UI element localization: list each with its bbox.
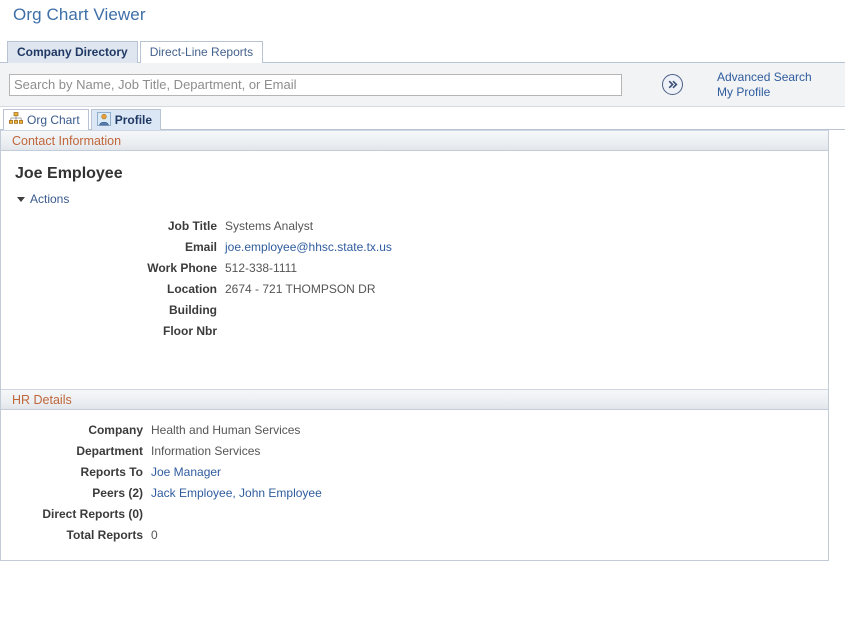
tab-company-directory[interactable]: Company Directory [7, 41, 138, 63]
caret-down-icon [17, 196, 25, 202]
field-label: Direct Reports (0) [42, 507, 143, 521]
main-tabstrip: Company Directory Direct-Line Reports [0, 41, 845, 63]
field-reports-to: Reports To Joe Manager [1, 462, 828, 483]
search-links: Advanced Search My Profile [717, 70, 812, 100]
field-location: Location 2674 - 721 THOMPSON DR [1, 279, 828, 300]
subtab-label: Org Chart [27, 113, 80, 127]
field-floor-nbr: Floor Nbr [1, 321, 828, 342]
tab-label: Direct-Line Reports [149, 45, 254, 59]
double-chevron-right-icon [666, 78, 679, 91]
profile-panel: Contact Information Joe Employee Actions… [0, 130, 829, 561]
hr-fields: Company Health and Human Services Depart… [1, 410, 828, 546]
field-value: 0 [151, 528, 158, 542]
actions-menu-toggle[interactable]: Actions [1, 183, 69, 206]
page-title: Org Chart Viewer [13, 5, 146, 24]
employee-name: Joe Employee [15, 165, 123, 182]
field-email: Email joe.employee@hhsc.state.tx.us [1, 237, 828, 258]
tab-direct-line-reports[interactable]: Direct-Line Reports [139, 41, 264, 63]
field-label: Total Reports [66, 528, 143, 542]
field-work-phone: Work Phone 512-338-1111 [1, 258, 828, 279]
field-value: Systems Analyst [225, 219, 314, 233]
field-label: Work Phone [147, 261, 217, 275]
field-building: Building [1, 300, 828, 321]
field-total-reports: Total Reports 0 [1, 525, 828, 546]
contact-information-header: Contact Information [1, 130, 828, 151]
field-value: 2674 - 721 THOMPSON DR [225, 282, 376, 296]
contact-information-body: Joe Employee Actions Job Title Systems A… [1, 151, 828, 389]
hr-details-header: HR Details [1, 389, 828, 410]
org-chart-icon [9, 112, 23, 128]
reports-to-link[interactable]: Joe Manager [151, 465, 221, 479]
subtab-label: Profile [114, 113, 153, 127]
subtab-org-chart[interactable]: Org Chart [3, 109, 89, 130]
field-direct-reports: Direct Reports (0) [1, 504, 828, 525]
field-value: Joe Manager [143, 462, 221, 483]
email-link[interactable]: joe.employee@hhsc.state.tx.us [225, 240, 392, 254]
field-label: Location [167, 282, 217, 296]
field-department: Department Information Services [1, 441, 828, 462]
field-label: Department [76, 444, 143, 458]
person-icon [96, 111, 111, 129]
field-job-title: Job Title Systems Analyst [1, 216, 828, 237]
field-value: joe.employee@hhsc.state.tx.us [217, 237, 392, 258]
my-profile-link[interactable]: My Profile [717, 85, 812, 100]
field-label: Email [184, 240, 217, 254]
field-value: Jack Employee, John Employee [143, 483, 322, 504]
peers-link[interactable]: Jack Employee, John Employee [151, 486, 322, 500]
hr-details-body: Company Health and Human Services Depart… [1, 410, 828, 560]
field-value: 512-338-1111 [225, 261, 298, 275]
tab-label: Company Directory [17, 45, 128, 59]
field-value: Health and Human Services [151, 423, 301, 437]
field-peers: Peers (2) Jack Employee, John Employee [1, 483, 828, 504]
field-label: Building [169, 303, 217, 317]
search-input[interactable] [9, 73, 622, 96]
field-label: Company [88, 423, 143, 437]
field-value: Information Services [151, 444, 261, 458]
search-bar: Advanced Search My Profile [0, 63, 845, 107]
sub-tabstrip: Org Chart Profile [0, 109, 845, 130]
contact-fields: Job Title Systems Analyst Email joe.empl… [1, 206, 828, 342]
field-label: Floor Nbr [163, 324, 217, 338]
actions-label: Actions [30, 192, 70, 206]
search-submit-button[interactable] [662, 74, 683, 95]
advanced-search-link[interactable]: Advanced Search [717, 70, 812, 85]
field-label: Reports To [80, 465, 143, 479]
subtab-profile[interactable]: Profile [90, 109, 162, 130]
field-label: Job Title [167, 219, 217, 233]
field-company: Company Health and Human Services [1, 420, 828, 441]
field-label: Peers (2) [92, 486, 143, 500]
